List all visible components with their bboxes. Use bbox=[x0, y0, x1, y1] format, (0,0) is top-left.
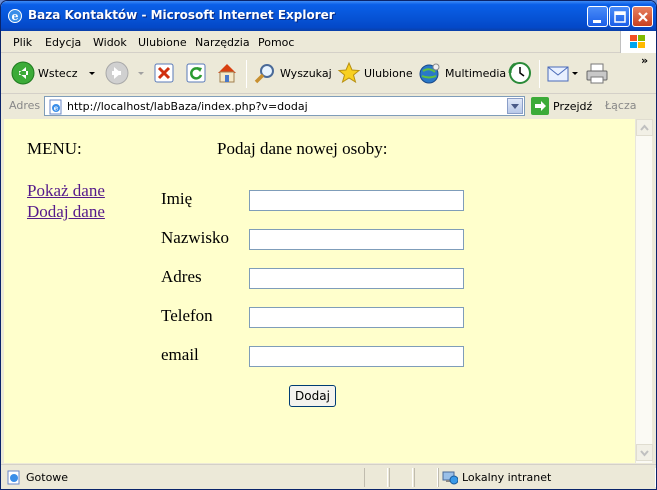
history-button[interactable] bbox=[507, 54, 533, 92]
add-data-link[interactable]: Dodaj dane bbox=[27, 202, 105, 222]
history-clock-icon bbox=[508, 62, 531, 84]
close-icon bbox=[638, 12, 648, 22]
favorites-label: Ulubione bbox=[364, 66, 413, 80]
search-button[interactable]: Wyszukaj bbox=[253, 54, 332, 92]
mail-dropdown-icon[interactable] bbox=[570, 67, 580, 79]
go-button[interactable]: Przejdź bbox=[531, 97, 592, 115]
back-arrow-icon bbox=[11, 61, 35, 85]
page-done-icon bbox=[7, 470, 20, 485]
stop-button[interactable] bbox=[153, 54, 175, 92]
minimize-button[interactable] bbox=[587, 6, 608, 27]
minimize-icon bbox=[593, 20, 601, 23]
scroll-up-button[interactable] bbox=[636, 119, 653, 136]
menu-file[interactable]: Plik bbox=[13, 36, 32, 49]
menu-edit[interactable]: Edycja bbox=[45, 36, 81, 49]
back-label: Wstecz bbox=[38, 66, 78, 80]
page-content: MENU: Podaj dane nowej osoby: Pokaż dane… bbox=[4, 119, 635, 463]
chevron-down-icon bbox=[640, 450, 649, 457]
go-arrow-icon bbox=[531, 97, 549, 115]
toolbar-separator bbox=[246, 60, 247, 88]
menu-bar: Plik Edycja Widok Ulubione Narzędzia Pom… bbox=[1, 31, 656, 53]
add-button[interactable]: Dodaj bbox=[289, 385, 336, 407]
svg-text:e: e bbox=[12, 10, 19, 23]
svg-text:e: e bbox=[54, 104, 59, 113]
chevron-up-icon bbox=[640, 124, 649, 131]
address-dropdown-button[interactable] bbox=[507, 98, 523, 114]
security-zone: Lokalny intranet bbox=[462, 471, 552, 484]
first-name-label: Imię bbox=[161, 189, 193, 208]
scroll-down-button[interactable] bbox=[636, 444, 653, 461]
forward-arrow-icon bbox=[105, 61, 129, 85]
email-input[interactable] bbox=[249, 346, 464, 367]
media-globe-icon bbox=[419, 63, 440, 84]
chevron-down-icon bbox=[511, 104, 519, 109]
vertical-scrollbar[interactable] bbox=[635, 119, 653, 463]
phone-input[interactable] bbox=[249, 307, 464, 328]
address-label: Adres bbox=[9, 99, 41, 112]
links-toolbar[interactable]: Łącza bbox=[605, 99, 637, 112]
status-pane bbox=[389, 468, 413, 487]
forward-dropdown-icon[interactable] bbox=[135, 67, 147, 79]
mail-envelope-icon bbox=[547, 66, 569, 82]
window-title: Baza Kontaktów - Microsoft Internet Expl… bbox=[28, 8, 335, 22]
home-button[interactable] bbox=[215, 54, 239, 92]
maximize-button[interactable] bbox=[609, 6, 630, 27]
ie-logo-icon: e bbox=[8, 9, 22, 23]
toolbar-overflow[interactable]: » bbox=[641, 54, 648, 67]
windows-flag-icon bbox=[630, 35, 645, 48]
maximize-icon bbox=[614, 11, 626, 23]
go-label: Przejdź bbox=[553, 99, 593, 113]
search-label: Wyszukaj bbox=[280, 66, 332, 80]
menu-heading: MENU: bbox=[27, 139, 82, 158]
back-dropdown-icon[interactable] bbox=[86, 67, 98, 79]
browser-window: e Baza Kontaktów - Microsoft Internet Ex… bbox=[0, 0, 657, 490]
status-pane bbox=[364, 468, 388, 487]
status-text: Gotowe bbox=[26, 471, 69, 484]
forward-button[interactable] bbox=[105, 54, 147, 92]
printer-icon bbox=[586, 63, 608, 84]
print-button[interactable] bbox=[584, 54, 610, 92]
stop-icon bbox=[154, 63, 174, 83]
windows-logo bbox=[620, 31, 656, 53]
menu-help[interactable]: Pomoc bbox=[258, 36, 294, 49]
menu-tools[interactable]: Narzędzia bbox=[195, 36, 250, 49]
address-input[interactable]: e http://localhost/labBaza/index.php?v=d… bbox=[44, 96, 525, 116]
toolbar-separator bbox=[539, 60, 540, 88]
last-name-input[interactable] bbox=[249, 229, 464, 250]
magnifier-icon bbox=[254, 64, 274, 84]
email-label: email bbox=[161, 345, 199, 364]
multimedia-label: Multimedia bbox=[445, 66, 507, 80]
star-icon bbox=[337, 61, 361, 84]
address-label: Adres bbox=[161, 267, 202, 286]
address-url: http://localhost/labBaza/index.php?v=dod… bbox=[67, 100, 308, 113]
refresh-icon bbox=[186, 63, 206, 83]
standard-toolbar: Wstecz Wyszukaj Ulubione Multimedia » bbox=[1, 54, 656, 94]
page-icon: e bbox=[49, 99, 62, 115]
phone-label: Telefon bbox=[161, 306, 213, 325]
home-icon bbox=[218, 64, 236, 83]
favorites-button[interactable]: Ulubione bbox=[337, 54, 413, 92]
title-bar[interactable]: e Baza Kontaktów - Microsoft Internet Ex… bbox=[1, 1, 656, 31]
show-data-link[interactable]: Pokaż dane bbox=[27, 181, 105, 201]
close-button[interactable] bbox=[632, 6, 653, 27]
address-input[interactable] bbox=[249, 268, 464, 289]
form-heading: Podaj dane nowej osoby: bbox=[217, 139, 388, 158]
status-pane bbox=[414, 468, 438, 487]
back-button[interactable]: Wstecz bbox=[11, 54, 98, 92]
first-name-input[interactable] bbox=[249, 190, 464, 211]
address-bar: Adres e http://localhost/labBaza/index.p… bbox=[1, 95, 656, 117]
last-name-label: Nazwisko bbox=[161, 228, 229, 247]
menu-favorites[interactable]: Ulubione bbox=[138, 36, 187, 49]
multimedia-button[interactable]: Multimedia bbox=[418, 54, 506, 92]
menu-view[interactable]: Widok bbox=[93, 36, 127, 49]
intranet-globe-icon bbox=[442, 471, 458, 485]
refresh-button[interactable] bbox=[185, 54, 207, 92]
status-bar: Gotowe Lokalny intranet bbox=[1, 464, 656, 489]
mail-button[interactable] bbox=[546, 54, 580, 92]
